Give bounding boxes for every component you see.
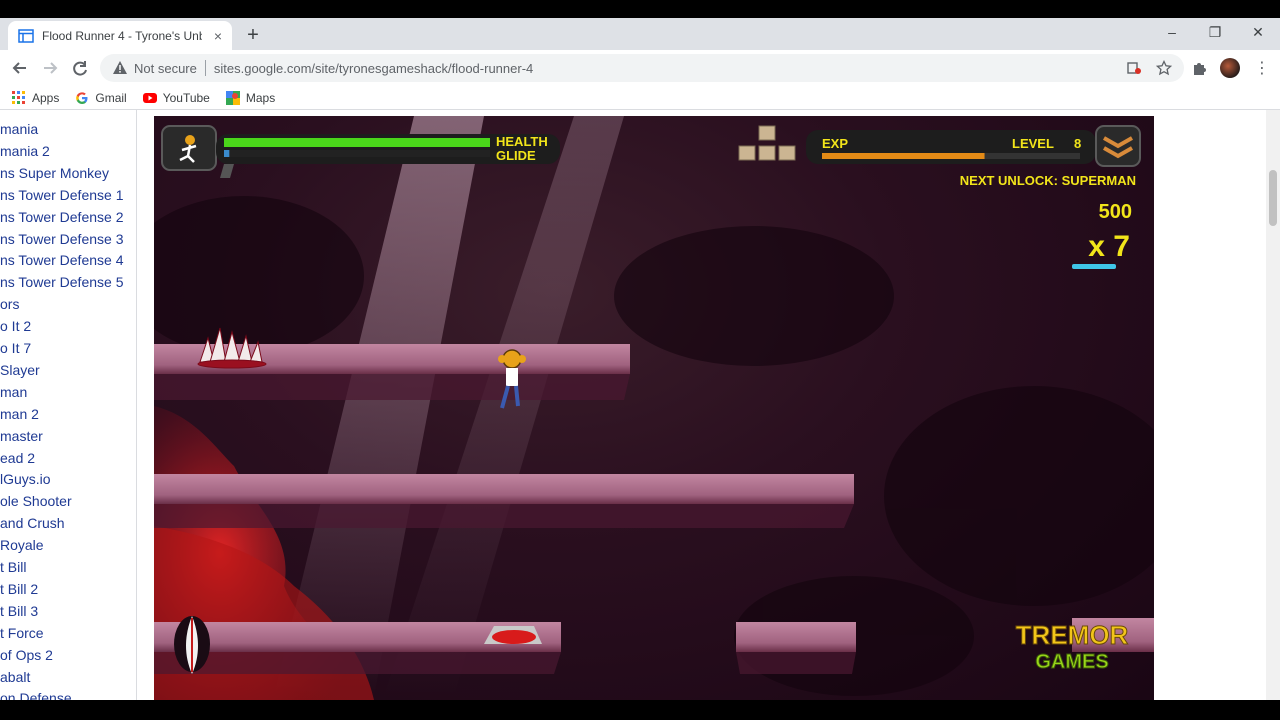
forward-arrow-icon	[44, 62, 58, 74]
tab-strip: Flood Runner 4 - Tyrone's Unblocked × + …	[0, 18, 1280, 50]
screen-bottom-border	[0, 700, 1280, 720]
sidebar-game-link[interactable]: o It 7	[0, 337, 31, 359]
level-label: LEVEL	[1012, 136, 1054, 151]
sidebar-game-link[interactable]: man 2	[0, 403, 39, 425]
sidebar-game-link[interactable]: t Bill	[0, 556, 26, 578]
scrollbar-thumb[interactable]	[1269, 170, 1277, 226]
sidebar-game-link[interactable]: ole Shooter	[0, 490, 72, 512]
url-text[interactable]: sites.google.com/site/tyronesgameshack/f…	[214, 61, 533, 76]
game-canvas[interactable]: HEALTH GLIDE EXP LEVEL 8 NEXT UNLOCK: SU…	[154, 116, 1154, 700]
games-sidebar: mania mania 2 ns Super Monkey ns Tower Defe…	[0, 110, 137, 700]
sidebar-game-link[interactable]: o It 2	[0, 315, 31, 337]
sidebar-game-link[interactable]: on Defense	[0, 687, 72, 700]
game-scene: HEALTH GLIDE EXP LEVEL 8 NEXT UNLOCK: SU…	[154, 116, 1154, 700]
back-arrow-icon	[12, 62, 26, 74]
apps-grid-icon	[12, 90, 25, 104]
close-window-button[interactable]: ✕	[1246, 24, 1270, 41]
sidebar-game-link[interactable]: ns Tower Defense 3	[0, 228, 123, 250]
sidebar-game-link[interactable]: Royale	[0, 534, 44, 556]
health-label: HEALTH	[496, 134, 548, 149]
sidebar-game-link[interactable]: ns Tower Defense 1	[0, 184, 123, 206]
minimize-button[interactable]: –	[1160, 24, 1184, 40]
sidebar-game-link[interactable]: ns Tower Defense 4	[0, 249, 123, 271]
sidebar-game-link[interactable]: Slayer	[0, 359, 40, 381]
bookmark-star-icon[interactable]	[1156, 60, 1172, 76]
sidebar-game-link[interactable]: ors	[0, 293, 19, 315]
score-value: 500	[1099, 201, 1132, 223]
sidebar-game-link[interactable]: master	[0, 425, 43, 447]
bookmark-label: Apps	[32, 90, 60, 105]
bookmark-label: YouTube	[162, 90, 210, 105]
page-scrollbar[interactable]	[1266, 110, 1280, 700]
exp-bar-fill	[822, 153, 985, 159]
next-unlock-text: NEXT UNLOCK: SUPERMAN	[960, 173, 1136, 188]
youtube-icon	[142, 92, 157, 103]
health-bar-fill	[224, 138, 490, 147]
combo-multiplier: x 7	[1088, 230, 1130, 263]
sidebar-game-link[interactable]: of Ops 2	[0, 644, 53, 666]
combo-timer-bar	[1072, 264, 1116, 269]
omnibox-divider	[204, 60, 206, 76]
sidebar-game-link[interactable]: abalt	[0, 666, 30, 688]
warning-triangle-icon	[113, 61, 127, 74]
exp-label: EXP	[822, 136, 848, 151]
browser-menu-icon[interactable]: ⋮	[1254, 58, 1270, 78]
sidebar-game-link[interactable]: ns Super Monkey	[0, 162, 109, 184]
reload-button[interactable]	[70, 58, 90, 78]
light-beams	[274, 116, 624, 696]
sidebar-game-link[interactable]: ns Tower Defense 2	[0, 206, 123, 228]
sidebar-game-link[interactable]: t Force	[0, 622, 44, 644]
google-icon	[76, 91, 88, 104]
page-content: mania mania 2 ns Super Monkey ns Tower Defe…	[0, 110, 1280, 700]
platform-lower-mid	[736, 622, 856, 674]
forward-button[interactable]	[40, 58, 60, 78]
bookmark-gmail[interactable]: Gmail	[75, 90, 127, 105]
new-tab-button[interactable]: +	[242, 24, 264, 46]
tab-title: Flood Runner 4 - Tyrone's Unblocked	[42, 28, 202, 43]
bookmark-apps[interactable]: Apps	[12, 90, 60, 105]
sidebar-game-link[interactable]: ns Tower Defense 5	[0, 271, 123, 293]
blocks-icon	[738, 125, 796, 161]
bookmarks-bar: Apps Gmail YouTube Maps	[0, 86, 1280, 110]
puzzle-piece-icon	[1194, 63, 1206, 75]
bookmark-label: Maps	[245, 90, 276, 105]
sidebar-game-link[interactable]: man	[0, 381, 27, 403]
sidebar-game-link[interactable]: mania 2	[0, 140, 50, 162]
sidebar-game-link[interactable]: t Bill 2	[0, 578, 38, 600]
bookmark-youtube[interactable]: YouTube	[142, 90, 210, 105]
restore-button[interactable]: ❐	[1203, 24, 1227, 41]
maps-icon	[225, 90, 240, 105]
hud-right	[806, 125, 1141, 167]
platform-upper	[154, 344, 630, 400]
extensions-button[interactable]	[1191, 60, 1207, 79]
screen: Flood Runner 4 - Tyrone's Unblocked × + …	[0, 0, 1280, 720]
profile-avatar[interactable]	[1220, 58, 1240, 78]
svg-text:GAMES: GAMES	[1035, 651, 1108, 673]
screen-top-border	[0, 0, 1280, 18]
sidebar-game-link[interactable]: ead 2	[0, 447, 35, 469]
svg-text:TREMOR: TREMOR	[1016, 620, 1129, 650]
bookmark-label: Gmail	[95, 90, 127, 105]
sidebar-game-link[interactable]: and Crush	[0, 512, 65, 534]
blocked-content-icon[interactable]	[1126, 60, 1142, 76]
sidebar-game-link[interactable]: t Bill 3	[0, 600, 38, 622]
back-button[interactable]	[10, 58, 30, 78]
bookmark-maps[interactable]: Maps	[225, 90, 276, 105]
reload-icon	[73, 61, 87, 76]
address-bar[interactable]: Not secure sites.google.com/site/tyrones…	[100, 54, 1184, 82]
browser-toolbar: Not secure sites.google.com/site/tyrones…	[0, 50, 1280, 86]
page-favicon-icon	[18, 28, 34, 43]
security-status[interactable]: Not secure	[134, 61, 197, 76]
pressure-plate	[484, 626, 542, 644]
glide-label: GLIDE	[496, 148, 536, 163]
platform-middle	[154, 474, 854, 528]
level-value: 8	[1074, 136, 1081, 151]
tremor-games-logo: TREMOR GAMES	[1015, 620, 1129, 674]
sidebar-game-link[interactable]: lGuys.io	[0, 468, 51, 490]
tab-close-icon[interactable]: ×	[214, 28, 222, 44]
sidebar-game-link[interactable]: mania	[0, 118, 38, 140]
browser-tab[interactable]: Flood Runner 4 - Tyrone's Unblocked ×	[8, 21, 232, 50]
glide-bar-fill	[224, 150, 230, 157]
